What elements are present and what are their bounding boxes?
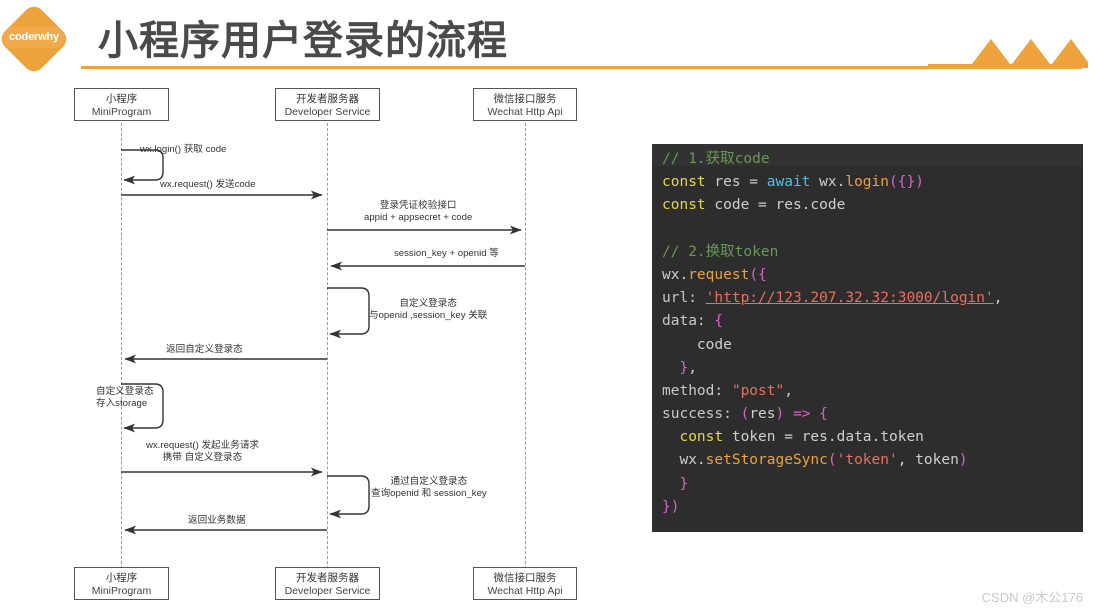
code-line: method: "post",	[652, 380, 1083, 403]
code-token-plain: res =	[705, 174, 767, 191]
code-token-keyword: const	[662, 197, 706, 214]
code-token-plain: code	[662, 336, 732, 353]
code-token-string: 'token'	[836, 452, 898, 469]
message-label-store-login-state: 自定义登录态 存入storage	[96, 386, 154, 410]
message-label-session-key-openid: session_key + openid 等	[394, 248, 499, 260]
message-text-line2: appid + appsecret + code	[364, 212, 473, 223]
code-line: // 1.获取code	[652, 148, 1083, 171]
code-token-function: setStorageSync	[705, 452, 828, 469]
code-token-plain: , token	[897, 452, 959, 469]
code-line: success: (res) => {	[652, 403, 1083, 426]
code-token-punct: {	[705, 313, 724, 330]
code-token-punct: )	[915, 174, 924, 191]
code-token-punct: {}	[897, 174, 916, 191]
csdn-watermark: CSDN @木公176	[981, 590, 1083, 605]
message-text-line2: 与openid ,session_key 关联	[369, 310, 488, 321]
code-token-punct: (	[740, 406, 750, 423]
code-line: }	[652, 473, 1083, 496]
coderwhy-logo-label: coderwhy	[9, 31, 59, 43]
code-token-punct: )	[958, 452, 968, 469]
code-token-keyword-await: await	[766, 174, 811, 191]
page-header: coderwhy 小程序用户登录的流程	[0, 0, 1095, 78]
code-line: })	[652, 496, 1083, 519]
code-token-function: request	[688, 266, 750, 283]
code-token-plain: ,	[784, 382, 793, 399]
code-token-punct: })	[662, 498, 680, 515]
mountain-peaks-icon	[928, 39, 1088, 68]
code-token-punct: }	[662, 475, 689, 492]
message-label-login-credential-check: 登录凭证校验接口 appid + appsecret + code	[364, 200, 472, 224]
message-text-line1: 自定义登录态	[96, 386, 154, 397]
code-token-string: "post"	[731, 382, 785, 399]
message-label-return-custom-login-state: 返回自定义登录态	[166, 344, 243, 356]
code-line: code	[652, 334, 1083, 357]
code-line: wx.setStorageSync('token', token)	[652, 449, 1083, 472]
code-token-url-string: 'http://123.207.32.32:3000/login'	[705, 290, 994, 307]
code-token-keyword: const	[679, 429, 724, 446]
message-text-line1: 通过自定义登录态	[390, 476, 468, 487]
sequence-diagram: 小程序 MiniProgram 开发者服务器 Developer Service…	[0, 78, 640, 614]
message-label-business-request: wx.request() 发起业务请求 携带 自定义登录态	[146, 440, 259, 464]
code-token-property: url:	[662, 290, 697, 307]
message-text-line1: 返回业务数据	[188, 515, 246, 526]
code-token-plain: wx.	[662, 266, 689, 283]
code-token-plain: wx.	[662, 452, 706, 469]
code-snippet-panel: // 1.获取code const res = await wx.login({…	[652, 144, 1083, 532]
code-token-property: method:	[662, 382, 724, 399]
code-token-plain: wx.	[810, 174, 846, 191]
message-text-line1: wx.request() 发起业务请求	[146, 440, 260, 451]
code-line: data: {	[652, 310, 1083, 333]
code-line: },	[652, 357, 1083, 380]
message-label-wx-login: wx.login() 获取 code	[140, 144, 226, 156]
code-token-plain: ,	[993, 290, 1003, 307]
page-title: 小程序用户登录的流程	[98, 19, 508, 63]
code-token-plain: token = res.data.token	[723, 429, 924, 446]
message-text-line2: 查询openid 和 session_key	[371, 488, 487, 499]
message-text-line1: wx.login() 获取 code	[140, 144, 227, 155]
message-text-line1: session_key + openid 等	[394, 248, 499, 259]
code-token-comment: // 2.换取token	[662, 243, 779, 260]
code-token-plain: code = res.code	[705, 197, 846, 214]
code-line: url: 'http://123.207.32.32:3000/login',	[652, 287, 1083, 310]
code-line: const token = res.data.token	[652, 426, 1083, 449]
code-token-punct: (	[889, 174, 898, 191]
code-line: const res = await wx.login({})	[652, 171, 1083, 194]
message-text-line1: wx.request() 发送code	[160, 179, 256, 190]
message-label-custom-login-state-associate: 自定义登录态 与openid ,session_key 关联	[369, 298, 487, 322]
message-text-line2: 存入storage	[96, 398, 148, 409]
code-token-function: login	[845, 174, 889, 191]
code-token-property: data:	[662, 313, 706, 330]
code-token-punct: {	[810, 406, 828, 423]
message-text-line1: 自定义登录态	[399, 298, 457, 309]
code-token-property: success:	[662, 406, 732, 423]
code-line: const code = res.code	[652, 194, 1083, 217]
code-line: // 2.换取token	[652, 241, 1083, 264]
message-arrows-layer	[121, 149, 525, 535]
code-token-plain: res	[749, 406, 776, 423]
message-label-return-business-data: 返回业务数据	[188, 515, 246, 527]
code-token-punct: (	[827, 452, 837, 469]
message-text-line2: 携带 自定义登录态	[162, 452, 243, 463]
code-token-punct: )	[775, 406, 785, 423]
code-token-comment: // 1.获取code	[662, 151, 770, 167]
code-token-arrow: =>	[792, 406, 811, 423]
message-text-line1: 返回自定义登录态	[166, 344, 243, 355]
message-label-wx-request-send-code: wx.request() 发送code	[160, 179, 255, 191]
code-token-plain: ,	[688, 359, 697, 376]
message-text-line1: 登录凭证校验接口	[379, 200, 457, 211]
code-token-punct: }	[662, 359, 689, 376]
code-token-keyword: const	[662, 174, 706, 191]
message-label-query-openid-sessionkey: 通过自定义登录态 查询openid 和 session_key	[371, 476, 487, 500]
code-token-punct: ({	[749, 266, 767, 283]
code-line: wx.request({	[652, 264, 1083, 287]
